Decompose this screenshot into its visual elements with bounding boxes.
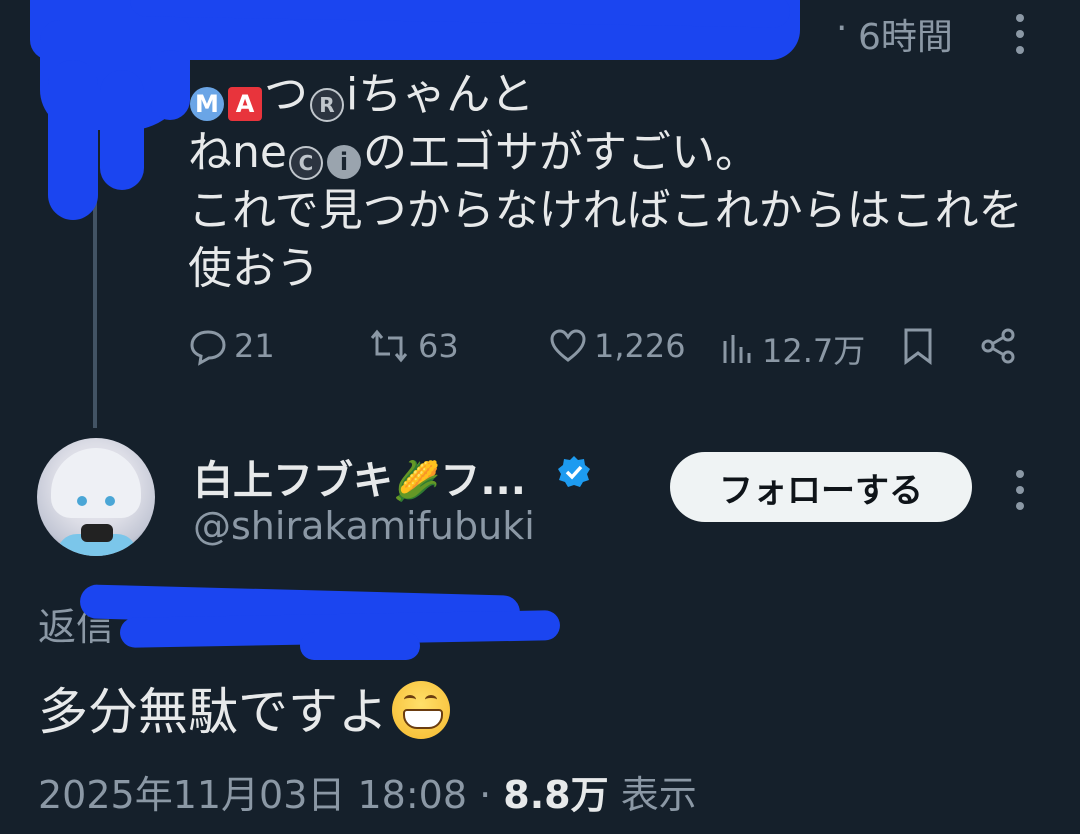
meta-separator: ·	[836, 8, 848, 49]
replying-to-label: 返信	[38, 605, 115, 649]
copyright-icon: C	[288, 146, 323, 180]
reply-text-content: 多分無駄ですよ	[38, 683, 388, 741]
tweet-text-line: M A つ Riちゃんと	[188, 66, 1038, 124]
bookmark-icon	[904, 328, 932, 365]
tweet-text-line: これで見つからなければこれからはこれを	[188, 185, 1023, 236]
text-segment: iちゃんと	[346, 69, 535, 120]
heart-icon	[550, 329, 586, 362]
like-count: 1,226	[594, 327, 686, 365]
avatar[interactable]	[37, 438, 155, 556]
repost-count: 63	[418, 327, 459, 365]
follow-button[interactable]: フォローする	[670, 452, 972, 522]
reply-tweet-text: 多分無駄ですよ	[38, 672, 450, 744]
text-segment: つ	[264, 69, 308, 120]
like-action[interactable]: 1,226	[548, 326, 686, 366]
verified-badge-icon	[558, 456, 590, 487]
meta-separator: ·	[479, 773, 492, 817]
views-label: 表示	[620, 773, 697, 817]
tweet-text-line: 使おう	[188, 243, 320, 294]
reply-action[interactable]: 21	[188, 326, 275, 366]
information-icon: i	[326, 145, 361, 179]
share-action[interactable]	[978, 326, 1018, 366]
parent-tweet-text: M A つ Riちゃんと ねne Ci のエゴサがすごい。 これで見つからなければこれから…	[188, 66, 1038, 298]
analytics-icon	[723, 335, 751, 363]
text-segment: ね	[188, 127, 232, 178]
share-icon	[981, 328, 1015, 364]
parent-author-truncated[interactable]: ...	[748, 8, 782, 49]
repost-icon	[370, 329, 408, 363]
tweet-view-count: 8.8万	[503, 773, 609, 817]
a-button-icon: A	[228, 87, 262, 121]
thread-connector-line	[93, 0, 97, 428]
reply-count: 21	[234, 327, 275, 365]
author-handle[interactable]: @shirakamifubuki	[193, 504, 535, 548]
registered-icon: R	[310, 88, 344, 122]
corn-icon: 🌽	[393, 459, 441, 503]
reply-icon	[190, 330, 226, 366]
text-segment: のエゴサがすごい。	[362, 127, 759, 178]
tweet-metadata: 2025年11月03日 18:08 · 8.8万 表示	[38, 764, 697, 819]
tweet-actions-bar: 21 63 1,226 12.7万	[188, 326, 1028, 376]
author-name-text: 白上フブキ	[193, 458, 393, 504]
grinning-face-icon	[392, 681, 450, 739]
view-count: 12.7万	[762, 332, 866, 370]
tweet-text-line: ねne Ci のエゴサがすごい。	[188, 124, 1038, 182]
more-options-icon[interactable]	[1015, 14, 1025, 54]
m-circled-icon: M	[190, 87, 224, 121]
views-action[interactable]: 12.7万	[720, 326, 865, 372]
tweet-timestamp[interactable]: 2025年11月03日 18:08	[38, 773, 467, 817]
text-segment: ne	[232, 127, 287, 178]
parent-tweet-time[interactable]: 6時間	[858, 8, 953, 60]
repost-action[interactable]: 63	[366, 326, 459, 366]
more-options-icon[interactable]	[1015, 470, 1025, 510]
bookmark-action[interactable]	[900, 326, 936, 366]
author-name-suffix: フ...	[440, 458, 526, 504]
author-display-name[interactable]: 白上フブキ🌽フ...	[193, 448, 526, 506]
